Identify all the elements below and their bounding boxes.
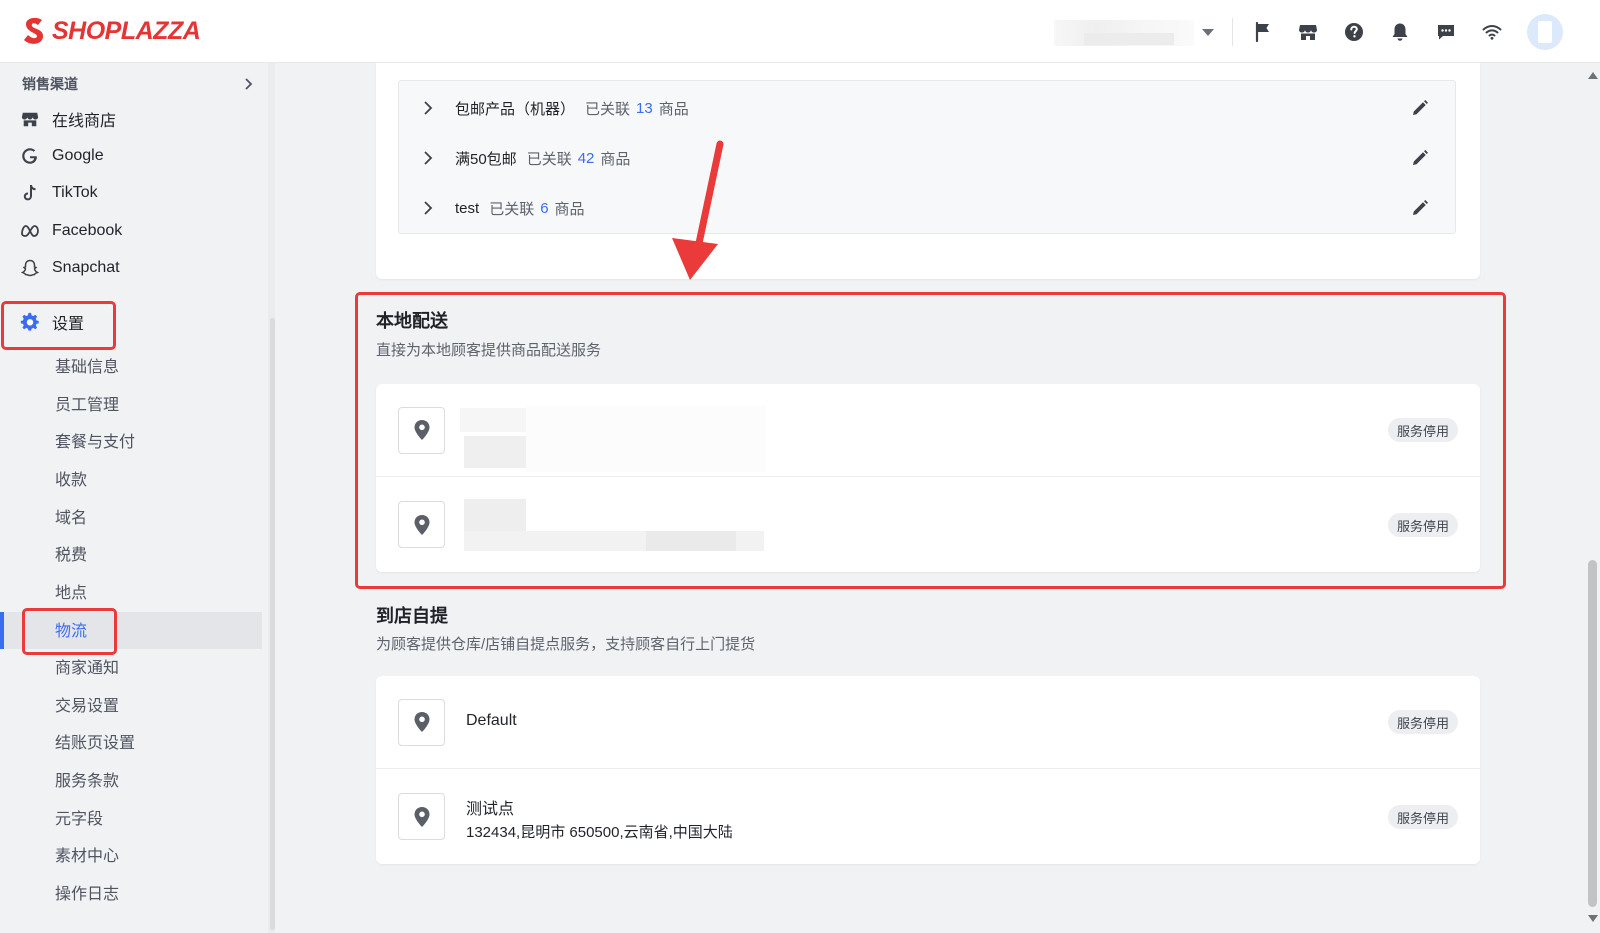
status-badge: 服务停用 — [1387, 805, 1458, 829]
main-scrollbar-thumb[interactable] — [1588, 560, 1597, 907]
store-selector[interactable] — [1054, 18, 1214, 46]
chevron-down-icon — [1202, 28, 1214, 36]
sidebar-subitem-taxes[interactable]: 税费 — [55, 541, 87, 565]
message-icon[interactable] — [1434, 20, 1458, 44]
sales-channels-section[interactable]: 销售渠道 — [22, 74, 254, 94]
shipping-zone-name: test — [455, 199, 480, 217]
sidebar-subitem-media-center[interactable]: 素材中心 — [55, 842, 119, 866]
sidebar-subitem-payments[interactable]: 收款 — [55, 466, 87, 490]
shipping-zone-linked-suffix: 商品 — [600, 150, 631, 168]
annotation-highlight-local-delivery — [355, 292, 1506, 589]
chevron-right-icon[interactable] — [423, 200, 443, 216]
tiktok-icon — [20, 183, 40, 203]
meta-icon — [20, 221, 40, 241]
pickup-location-name: Default — [466, 712, 517, 729]
sidebar-item-label: Google — [52, 147, 104, 164]
scroll-up-arrow-icon[interactable] — [1588, 72, 1598, 79]
status-badge: 服务停用 — [1387, 710, 1458, 734]
shipping-zone-name: 包邮产品（机器） — [455, 100, 576, 118]
shipping-zone-linked-count: 6 — [540, 199, 549, 217]
sidebar-item-google[interactable]: Google — [20, 143, 104, 169]
shipping-zone-linked-count: 13 — [636, 99, 653, 117]
shipping-zone-row[interactable]: 满50包邮 已关联 42 商品 — [399, 133, 1457, 183]
shipping-zone-linked-suffix: 商品 — [554, 200, 585, 218]
snapchat-icon — [20, 258, 40, 278]
pickup-location-address: 132434,昆明市 650500,云南省,中国大陆 — [466, 824, 733, 841]
chevron-right-icon[interactable] — [423, 100, 443, 116]
sidebar-subitem-plan-payment[interactable]: 套餐与支付 — [55, 428, 135, 452]
shoplazza-logo-text: SHOPLAZZA — [52, 16, 201, 45]
sidebar-scrollbar-thumb[interactable] — [270, 318, 275, 930]
user-avatar[interactable] — [1527, 14, 1563, 50]
shipping-zone-name: 满50包邮 — [455, 150, 517, 168]
pickup-location-name: 测试点 — [466, 801, 515, 818]
edit-pencil-icon[interactable] — [1411, 199, 1429, 217]
sidebar-subitem-metafields[interactable]: 元字段 — [55, 805, 103, 829]
shoplazza-logo-mark-icon — [24, 17, 44, 44]
pickup-card: Default 服务停用 测试点 132434,昆明市 650500,云南省,中… — [376, 676, 1480, 864]
edit-pencil-icon[interactable] — [1411, 149, 1429, 167]
store-icon[interactable] — [1296, 20, 1320, 44]
wifi-icon[interactable] — [1480, 20, 1504, 44]
shipping-zone-linked-prefix: 已关联 — [489, 200, 535, 218]
pickup-title: 到店自提 — [376, 606, 448, 626]
sidebar-subitem-notifications[interactable]: 商家通知 — [55, 654, 119, 678]
location-pin-icon — [398, 698, 445, 746]
edit-pencil-icon[interactable] — [1411, 99, 1429, 117]
chevron-right-icon[interactable] — [423, 150, 443, 166]
sidebar-subitem-basic-info[interactable]: 基础信息 — [55, 353, 119, 377]
shipping-zone-linked-prefix: 已关联 — [526, 150, 572, 168]
sidebar-item-facebook[interactable]: Facebook — [20, 218, 122, 244]
shipping-zone-list: 包邮产品（机器） 已关联 13 商品 满50包邮 已关联 42 商品 test … — [398, 80, 1456, 234]
sidebar-subitem-checkout-page[interactable]: 结账页设置 — [55, 729, 135, 753]
sidebar-subitem-locations[interactable]: 地点 — [55, 579, 87, 603]
shipping-zone-linked-prefix: 已关联 — [585, 100, 631, 118]
sidebar-subitem-staff[interactable]: 员工管理 — [55, 391, 119, 415]
sidebar-item-tiktok[interactable]: TikTok — [20, 180, 98, 206]
store-icon — [20, 109, 40, 129]
shoplazza-logo[interactable]: SHOPLAZZA — [22, 16, 201, 46]
active-item-indicator — [0, 612, 4, 649]
sidebar-item-label: Facebook — [52, 222, 123, 239]
shipping-zone-row[interactable]: test 已关联 6 商品 — [399, 183, 1457, 233]
shipping-zone-linked-suffix: 商品 — [658, 100, 689, 118]
sales-channels-label: 销售渠道 — [22, 76, 78, 92]
pickup-location-row[interactable]: 测试点 132434,昆明市 650500,云南省,中国大陆 服务停用 — [376, 768, 1480, 864]
top-bar: SHOPLAZZA — [0, 0, 1600, 63]
flag-icon[interactable] — [1251, 20, 1275, 44]
sidebar-subitem-activity-log[interactable]: 操作日志 — [55, 880, 119, 904]
annotation-highlight-settings — [1, 301, 116, 350]
location-pin-icon — [398, 793, 445, 840]
sidebar-item-label: Snapchat — [52, 259, 120, 276]
sidebar-item-snapchat[interactable]: Snapchat — [20, 255, 120, 281]
sidebar-item-label: TikTok — [52, 184, 98, 201]
store-name-redacted — [1054, 20, 1194, 46]
pickup-description: 为顾客提供仓库/店铺自提点服务，支持顾客自行上门提货 — [376, 636, 756, 653]
annotation-highlight-shipping — [22, 608, 117, 655]
pickup-location-row[interactable]: Default 服务停用 — [376, 676, 1480, 768]
sidebar-subitem-domains[interactable]: 域名 — [55, 504, 87, 528]
sidebar-subitem-checkout-settings[interactable]: 交易设置 — [55, 692, 119, 716]
sidebar-item-label: 在线商店 — [52, 113, 117, 130]
shipping-zone-linked-count: 42 — [577, 149, 595, 167]
help-icon[interactable] — [1342, 20, 1366, 44]
shipping-zone-row[interactable]: 包邮产品（机器） 已关联 13 商品 — [399, 83, 1457, 133]
scroll-down-arrow-icon[interactable] — [1588, 915, 1598, 922]
bell-icon[interactable] — [1388, 20, 1412, 44]
annotation-arrow-icon — [672, 140, 724, 280]
sidebar-item-online-store[interactable]: 在线商店 — [20, 106, 116, 132]
google-icon — [20, 146, 40, 166]
chevron-right-icon — [245, 78, 253, 90]
topbar-divider — [1232, 18, 1233, 46]
sidebar-subitem-terms[interactable]: 服务条款 — [55, 767, 119, 791]
